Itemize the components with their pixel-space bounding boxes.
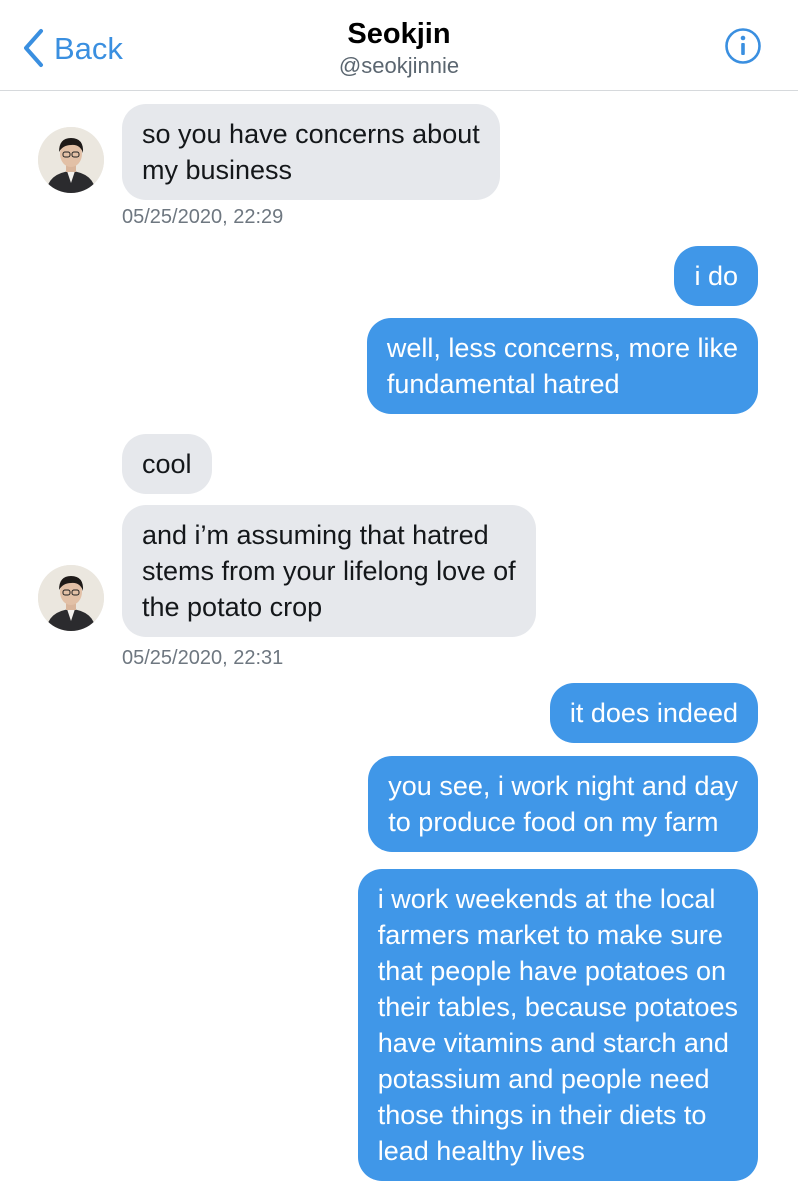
message-line: that people have potatoes on <box>377 956 727 986</box>
message-line: their tables, because potatoes <box>377 992 738 1022</box>
conversation-handle: @seokjinnie <box>338 53 460 78</box>
message-line: have vitamins and starch and <box>377 1028 729 1058</box>
message-timestamp: 05/25/2020, 22:29 <box>122 206 284 228</box>
message-line: farmers market to make sure <box>377 920 723 950</box>
message-line: fundamental hatred <box>386 369 620 399</box>
message-line: stems from your lifelong love of <box>142 556 516 586</box>
message-line: i do <box>694 261 738 291</box>
outgoing-message[interactable]: you see, i work night and day to produce… <box>368 756 758 852</box>
message-line: those things in their diets to <box>377 1100 707 1130</box>
incoming-message[interactable]: cool <box>122 434 212 494</box>
message-line: lead healthy lives <box>377 1136 585 1166</box>
avatar[interactable] <box>38 127 104 193</box>
conversation-title: Seokjin <box>347 18 451 50</box>
message-line: my business <box>142 155 293 185</box>
title-block: Seokjin @seokjinnie <box>0 16 798 80</box>
conversation-header: Back Seokjin @seokjinnie <box>0 0 798 91</box>
message-line: i work weekends at the local <box>377 884 716 914</box>
message-line: the potato crop <box>142 592 323 622</box>
message-line: you see, i work night and day <box>388 771 738 801</box>
outgoing-message[interactable]: i work weekends at the local farmers mar… <box>357 869 758 1181</box>
info-button[interactable] <box>724 27 762 65</box>
avatar[interactable] <box>38 565 104 631</box>
message-line: well, less concerns, more like <box>386 333 738 363</box>
outgoing-message[interactable]: well, less concerns, more like fundament… <box>366 318 758 414</box>
message-line: to produce food on my farm <box>388 807 719 837</box>
info-icon <box>724 27 762 65</box>
message-line: so you have concerns about <box>142 119 480 149</box>
message-timestamp: 05/25/2020, 22:31 <box>122 647 284 669</box>
outgoing-message[interactable]: it does indeed <box>549 683 758 743</box>
message-line: and i’m assuming that hatred <box>142 520 489 550</box>
incoming-message[interactable]: so you have concerns about my business <box>122 104 500 200</box>
message-line: potassium and people need <box>377 1064 710 1094</box>
message-line: it does indeed <box>569 698 738 728</box>
message-line: cool <box>142 449 192 479</box>
incoming-message[interactable]: and i’m assuming that hatred stems from … <box>122 505 536 637</box>
outgoing-message[interactable]: i do <box>674 246 758 306</box>
